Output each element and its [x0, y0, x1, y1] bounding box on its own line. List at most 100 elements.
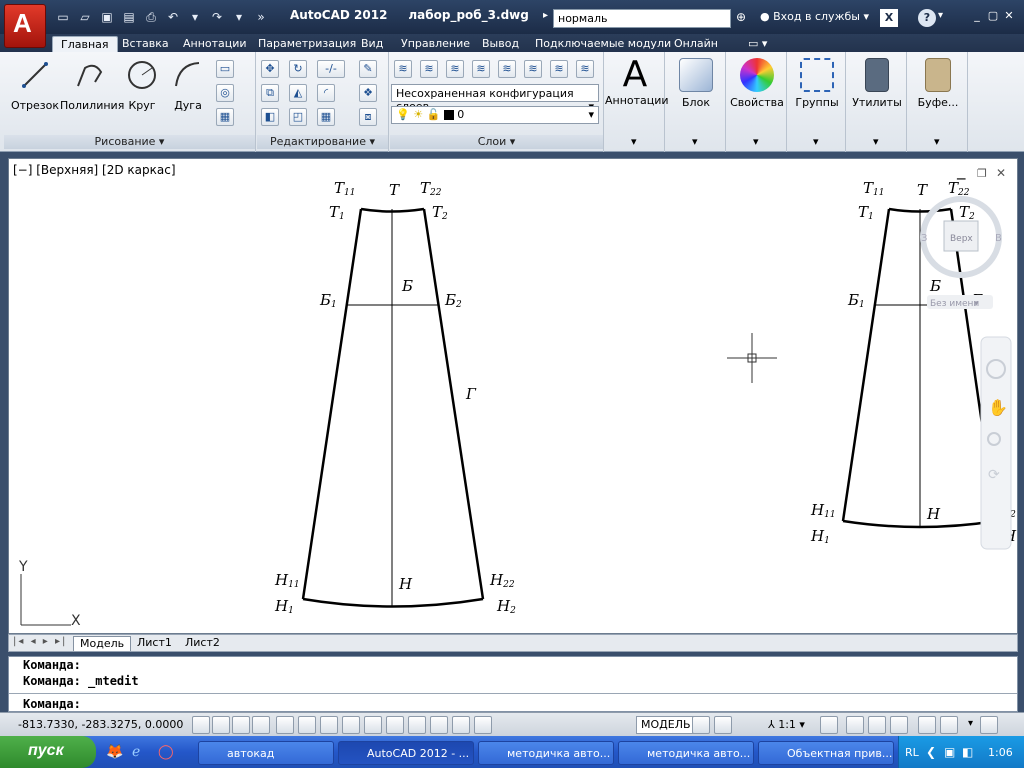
lineweight-icon[interactable]	[408, 716, 426, 734]
close-button[interactable]: ✕	[1002, 9, 1016, 23]
command-window[interactable]: Команда: Команда: _mtedit Команда:	[8, 656, 1018, 712]
workspace-arrow-icon[interactable]: ▸	[543, 10, 548, 21]
grid-display-icon[interactable]	[232, 716, 250, 734]
tab-model[interactable]: Модель	[73, 636, 132, 651]
explode-icon[interactable]: ❖	[359, 84, 377, 102]
workspace-switching-icon[interactable]	[846, 716, 864, 734]
help-icon[interactable]: ?	[918, 9, 936, 27]
quick-view-drawings-icon[interactable]	[714, 716, 732, 734]
firefox-quicklaunch-icon[interactable]: 🦊	[106, 744, 123, 760]
erase-icon[interactable]: ✎	[359, 60, 377, 78]
volume-icon[interactable]: ◧	[962, 745, 973, 759]
layer-lock-icon[interactable]: ≋	[472, 60, 490, 78]
taskbar-item-word-2[interactable]: методичка авто...	[618, 741, 754, 765]
layer-previous-icon[interactable]: ≋	[524, 60, 542, 78]
annotation-visibility-icon[interactable]	[820, 716, 838, 734]
ortho-mode-icon[interactable]	[252, 716, 270, 734]
taskbar-item-autocad[interactable]: AutoCAD 2012 - ...	[338, 741, 474, 765]
isolate-objects-icon[interactable]	[918, 716, 936, 734]
redo-icon[interactable]: ↷	[208, 8, 226, 26]
layer-states-icon[interactable]: ≋	[420, 60, 438, 78]
start-button[interactable]: пуск	[0, 736, 96, 768]
annotation-tool[interactable]: A Аннотации	[605, 56, 669, 108]
exchange-icon[interactable]: X	[880, 9, 898, 27]
tab-output[interactable]: Вывод	[474, 36, 527, 52]
offset-icon[interactable]: ⧈	[359, 108, 377, 126]
panel-draw-title[interactable]: Рисование ▾	[4, 135, 255, 149]
panel-groups[interactable]: Группы ▾	[788, 52, 846, 152]
save-as-icon[interactable]: ▤	[120, 8, 138, 26]
drawing-area[interactable]: [−] [Верхняя] [2D каркас] T11 T T22 T1 T…	[8, 158, 1018, 634]
command-prompt[interactable]: Команда:	[23, 697, 81, 711]
fillet-icon[interactable]: ◜	[317, 84, 335, 102]
panel-modify-title[interactable]: Редактирование ▾	[257, 135, 388, 149]
network-icon[interactable]: ▣	[944, 745, 955, 759]
coordinate-readout[interactable]: -813.7330, -283.3275, 0.0000	[18, 718, 183, 731]
tab-sheet2[interactable]: Лист2	[179, 636, 226, 651]
new-file-icon[interactable]: ▭	[54, 8, 72, 26]
toolbar-lock-icon[interactable]	[868, 716, 886, 734]
panel-properties[interactable]: Свойства ▾	[727, 52, 787, 152]
print-icon[interactable]: ⎙	[142, 8, 160, 26]
block-tool[interactable]: Блок	[666, 58, 726, 109]
object-snap-tracking-icon[interactable]	[342, 716, 360, 734]
clock[interactable]: 1:06	[988, 746, 1013, 759]
arc-tool[interactable]: Дуга	[168, 58, 208, 112]
more-icon[interactable]: »	[252, 8, 270, 26]
stretch-icon[interactable]: ◧	[261, 108, 279, 126]
taskbar-item-folder[interactable]: автокад	[198, 741, 334, 765]
move-icon[interactable]: ✥	[261, 60, 279, 78]
layer-dropdown[interactable]: 💡 ☀ 🔓 0 ▾	[391, 106, 599, 124]
array-icon[interactable]: ▦	[317, 108, 335, 126]
layer-off-icon[interactable]: ≋	[576, 60, 594, 78]
tab-online[interactable]: Онлайн	[666, 36, 726, 52]
panel-block[interactable]: Блок ▾	[666, 52, 726, 152]
clipboard-tool[interactable]: Буфе...	[908, 58, 968, 109]
panel-utilities[interactable]: Утилиты ▾	[847, 52, 907, 152]
mirror-icon[interactable]: ◭	[289, 84, 307, 102]
layer-isolate-icon[interactable]: ≋	[550, 60, 568, 78]
layout-nav-arrows-icon[interactable]: |◂ ◂ ▸ ▸|	[13, 636, 67, 647]
open-folder-icon[interactable]: ▱	[76, 8, 94, 26]
trim-icon[interactable]: -/-	[317, 60, 345, 78]
opera-quicklaunch-icon[interactable]: ◯	[158, 744, 174, 760]
tab-home[interactable]: Главная	[52, 36, 118, 52]
viewport-close-icon[interactable]: ✕	[996, 166, 1006, 180]
3d-object-snap-icon[interactable]	[320, 716, 338, 734]
line-tool[interactable]: Отрезок	[8, 58, 62, 112]
ellipse-icon[interactable]: ◎	[216, 84, 234, 102]
layer-properties-icon[interactable]: ≋	[394, 60, 412, 78]
viewport-minimize-icon[interactable]: ▁	[956, 167, 966, 180]
annotation-scale[interactable]: ⅄ 1:1 ▾	[768, 718, 805, 731]
layer-match-icon[interactable]: ≋	[498, 60, 516, 78]
selection-cycling-icon[interactable]	[474, 716, 492, 734]
panel-layers-title[interactable]: Слои ▾	[390, 135, 603, 149]
panel-annotation[interactable]: A Аннотации ▾	[605, 52, 669, 152]
tray-back-icon[interactable]: ❮	[926, 745, 936, 759]
scale-icon[interactable]: ◰	[289, 108, 307, 126]
viewport-restore-icon[interactable]: ❐	[977, 167, 987, 180]
binoculars-icon[interactable]: ⊕	[736, 10, 746, 24]
navigation-bar[interactable]: ✋ ⟳	[980, 336, 1012, 550]
language-indicator[interactable]: RL	[905, 746, 919, 759]
tab-plugins[interactable]: Подключаемые модули	[527, 36, 679, 52]
polar-tracking-icon[interactable]	[276, 716, 294, 734]
tab-view[interactable]: Вид	[353, 36, 391, 52]
object-snap-icon[interactable]	[298, 716, 316, 734]
undo-icon[interactable]: ↶	[164, 8, 182, 26]
ie-quicklaunch-icon[interactable]: ℯ	[132, 744, 140, 760]
quick-properties-icon[interactable]	[452, 716, 470, 734]
status-menu-icon[interactable]: ▾	[968, 718, 973, 729]
tab-manage[interactable]: Управление	[393, 36, 478, 52]
quick-view-layouts-icon[interactable]	[692, 716, 710, 734]
groups-tool[interactable]: Группы	[788, 58, 846, 109]
hardware-acceleration-icon[interactable]	[890, 716, 908, 734]
tab-annotate[interactable]: Аннотации	[175, 36, 255, 52]
taskbar-item-word-1[interactable]: методичка авто...	[478, 741, 614, 765]
sign-in-link[interactable]: ● Вход в службы ▾	[760, 10, 869, 23]
transparency-icon[interactable]	[430, 716, 448, 734]
model-space-button[interactable]: МОДЕЛЬ	[636, 716, 696, 734]
tab-sheet1[interactable]: Лист1	[131, 636, 178, 651]
panel-clipboard[interactable]: Буфе... ▾	[908, 52, 968, 152]
tab-insert[interactable]: Вставка	[114, 36, 177, 52]
